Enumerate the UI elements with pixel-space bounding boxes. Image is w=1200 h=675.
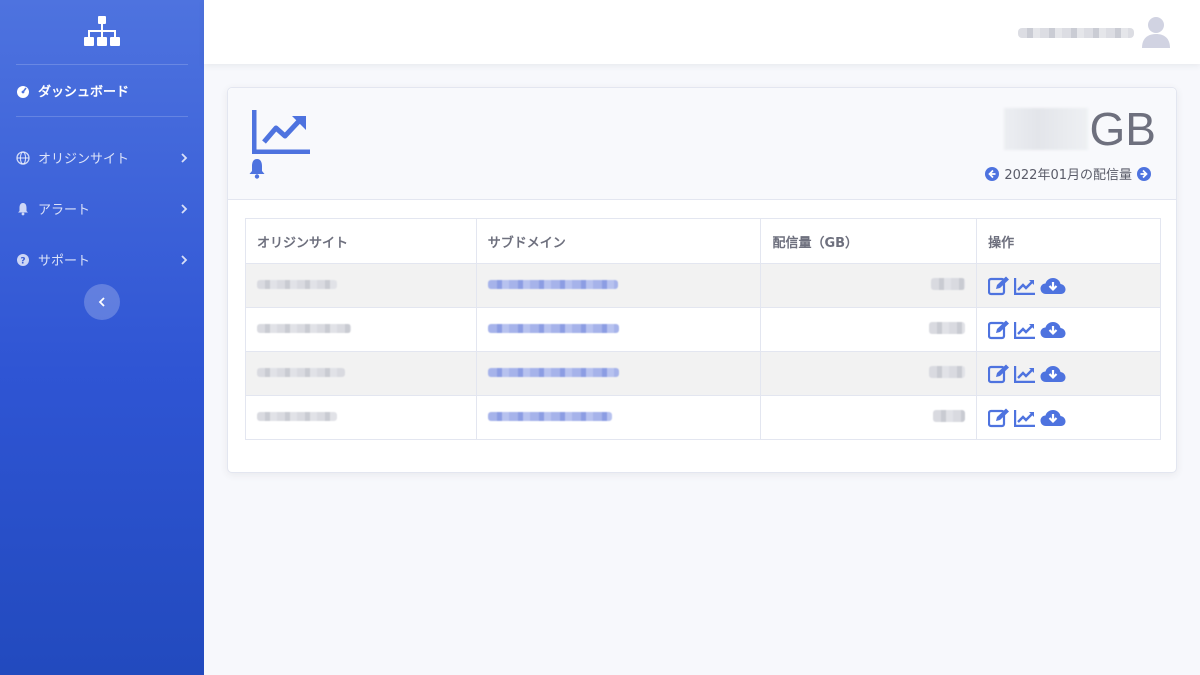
table-row — [245, 351, 1161, 396]
chart-line-icon[interactable] — [1014, 321, 1036, 339]
subdomain-link-redacted[interactable] — [487, 368, 619, 377]
bell-icon — [16, 202, 30, 216]
table-header-row: オリジンサイト サブドメイン 配信量（GB） 操作 — [245, 218, 1161, 264]
cloud-download-icon[interactable] — [1040, 409, 1066, 427]
period-label: 2022年01月の配信量 — [1004, 168, 1132, 183]
column-header-subdomain[interactable]: サブドメイン — [475, 218, 762, 264]
chevron-right-icon — [181, 152, 188, 163]
usage-unit: GB — [1089, 103, 1156, 155]
usage-cell — [760, 307, 978, 352]
origin-cell — [245, 307, 477, 352]
edit-icon[interactable] — [988, 408, 1010, 428]
period-selector: 2022年01月の配信量 — [980, 164, 1156, 183]
sidebar: ダッシュボード オリジンサイト アラート ? サポート — [0, 0, 204, 675]
table-row — [245, 307, 1161, 352]
subdomain-cell — [475, 395, 762, 440]
column-header-actions: 操作 — [976, 218, 1161, 264]
sidebar-item-label: ダッシュボード — [38, 85, 130, 100]
usage-total: GB — [1003, 103, 1156, 155]
subdomain-link-redacted[interactable] — [487, 412, 612, 421]
subdomain-link-redacted[interactable] — [487, 280, 618, 289]
chart-line-icon[interactable] — [1014, 277, 1036, 295]
cloud-download-icon[interactable] — [1040, 321, 1066, 339]
actions-cell — [976, 263, 1161, 308]
sidebar-item-label: オリジンサイト — [38, 152, 130, 167]
usage-cell — [760, 263, 978, 308]
origin-cell — [245, 263, 477, 308]
column-header-origin[interactable]: オリジンサイト — [245, 218, 477, 264]
actions-cell — [976, 351, 1161, 396]
sidebar-item-label: サポート — [38, 254, 91, 269]
card-header: GB 2022年01月の配信量 — [228, 88, 1176, 200]
brand-logo[interactable] — [0, 0, 204, 64]
subdomain-link-redacted[interactable] — [487, 324, 619, 333]
cloud-download-icon[interactable] — [1040, 277, 1066, 295]
sidebar-collapse-button[interactable] — [84, 284, 120, 320]
usage-redacted — [929, 321, 966, 334]
edit-icon[interactable] — [988, 276, 1010, 296]
arrow-circle-right-icon[interactable] — [1137, 166, 1151, 181]
usage-redacted — [933, 409, 966, 422]
user-name-redacted[interactable] — [1018, 28, 1134, 38]
origin-redacted — [257, 324, 351, 333]
origin-redacted — [257, 412, 337, 421]
table-row — [245, 395, 1161, 440]
usage-table: オリジンサイト サブドメイン 配信量（GB） 操作 — [245, 218, 1161, 440]
usage-redacted — [931, 277, 966, 290]
usage-cell — [760, 395, 978, 440]
svg-text:?: ? — [20, 256, 25, 266]
origin-redacted — [257, 280, 337, 289]
subdomain-cell — [475, 263, 762, 308]
bell-icon[interactable] — [248, 158, 266, 180]
question-circle-icon: ? — [16, 253, 30, 267]
chevron-right-icon — [181, 203, 188, 214]
usage-redacted — [929, 365, 966, 378]
origin-cell — [245, 395, 477, 440]
origin-redacted — [257, 368, 345, 377]
chevron-left-icon — [98, 297, 105, 307]
origin-cell — [245, 351, 477, 396]
sidebar-item-dashboard[interactable]: ダッシュボード — [0, 65, 204, 116]
user-icon[interactable] — [1142, 16, 1170, 48]
edit-icon[interactable] — [988, 320, 1010, 340]
tachometer-icon — [16, 84, 30, 98]
sidebar-item-alert[interactable]: アラート — [0, 183, 204, 234]
chart-line-icon[interactable] — [1014, 365, 1036, 383]
chevron-right-icon — [181, 254, 188, 265]
topbar — [204, 0, 1200, 64]
sidebar-item-support[interactable]: ? サポート — [0, 234, 204, 285]
cloud-download-icon[interactable] — [1040, 365, 1066, 383]
edit-icon[interactable] — [988, 364, 1010, 384]
usage-value-redacted — [1003, 108, 1088, 150]
chart-line-icon — [252, 110, 310, 154]
usage-cell — [760, 351, 978, 396]
subdomain-cell — [475, 351, 762, 396]
actions-cell — [976, 395, 1161, 440]
sidebar-item-label: アラート — [38, 203, 91, 218]
globe-icon — [16, 150, 30, 165]
arrow-circle-left-icon[interactable] — [985, 166, 1000, 181]
actions-cell — [976, 307, 1161, 352]
usage-card: GB 2022年01月の配信量 オリジンサイト サブドメイン 配信量（GB） 操… — [227, 87, 1177, 473]
column-header-usage[interactable]: 配信量（GB） — [760, 218, 978, 264]
subdomain-cell — [475, 307, 762, 352]
sitemap-icon — [84, 16, 120, 46]
table-row — [245, 263, 1161, 308]
chart-line-icon[interactable] — [1014, 409, 1036, 427]
sidebar-item-origin-site[interactable]: オリジンサイト — [0, 132, 204, 183]
